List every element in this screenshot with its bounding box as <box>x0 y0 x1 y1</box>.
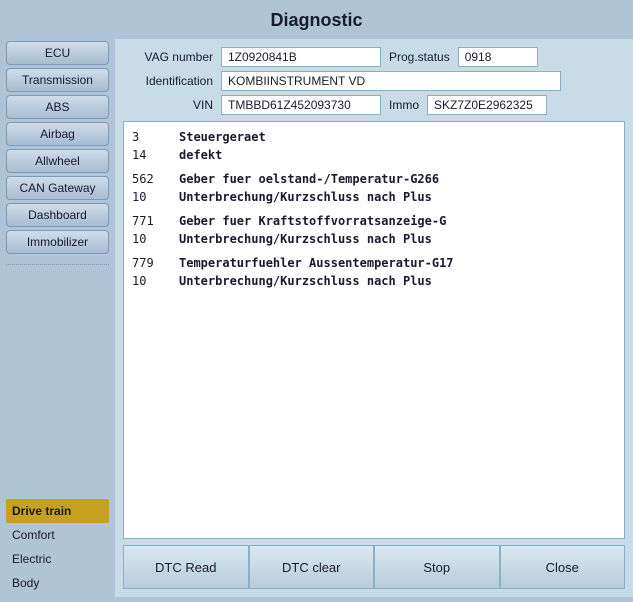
diag-code: 10 <box>132 230 167 248</box>
diag-entry: 14 defekt <box>132 146 616 164</box>
vag-value: 1Z0920841B <box>221 47 381 67</box>
dtc-clear-button[interactable]: DTC clear <box>249 545 375 589</box>
diag-code: 10 <box>132 272 167 290</box>
vin-row: VIN TMBBD61Z452093730 Immo SKZ7Z0E296232… <box>123 95 625 115</box>
diag-code: 779 <box>132 254 167 272</box>
vin-value: TMBBD61Z452093730 <box>221 95 381 115</box>
sidebar-nav-comfort[interactable]: Comfort <box>6 523 109 547</box>
ident-value: KOMBIINSTRUMENT VD <box>221 71 561 91</box>
diag-desc: Geber fuer Kraftstoffvorratsanzeige-G <box>179 212 446 230</box>
vin-label: VIN <box>123 98 213 112</box>
sidebar-divider <box>6 264 109 265</box>
diag-log: 3 Steuergeraet 14 defekt 562 Geber fuer oelst… <box>123 121 625 539</box>
content-area: VAG number 1Z0920841B Prog.status 0918 I… <box>115 39 633 597</box>
page-header: Diagnostic <box>0 0 633 39</box>
dtc-read-button[interactable]: DTC Read <box>123 545 249 589</box>
diag-code: 10 <box>132 188 167 206</box>
immo-label: Immo <box>389 98 419 112</box>
ident-row: Identification KOMBIINSTRUMENT VD <box>123 71 625 91</box>
page-title: Diagnostic <box>270 10 362 30</box>
sidebar-nav-body[interactable]: Body <box>6 571 109 595</box>
diag-entry: 3 Steuergeraet <box>132 128 616 146</box>
diag-entry: 10 Unterbrechung/Kurzschluss nach Plus <box>132 230 616 248</box>
sidebar-nav-items: Drive trainComfortElectricBody <box>6 499 109 595</box>
diag-desc: Unterbrechung/Kurzschluss nach Plus <box>179 230 432 248</box>
sidebar-btn-allwheel[interactable]: Allwheel <box>6 149 109 173</box>
sidebar-nav: Drive trainComfortElectricBody <box>6 499 109 595</box>
close-button[interactable]: Close <box>500 545 626 589</box>
diag-desc: Temperaturfuehler Aussentemperatur-G17 <box>179 254 454 272</box>
diag-desc: Geber fuer oelstand-/Temperatur-G266 <box>179 170 439 188</box>
prog-label: Prog.status <box>389 50 450 64</box>
diag-code: 14 <box>132 146 167 164</box>
sidebar-btn-immobilizer[interactable]: Immobilizer <box>6 230 109 254</box>
sidebar-btn-airbag[interactable]: Airbag <box>6 122 109 146</box>
sidebar-btn-abs[interactable]: ABS <box>6 95 109 119</box>
immo-value: SKZ7Z0E2962325 <box>427 95 547 115</box>
sidebar-btn-ecu[interactable]: ECU <box>6 41 109 65</box>
vag-label: VAG number <box>123 50 213 64</box>
sidebar-buttons: ECU Transmission ABS Airbag Allwheel CAN Gate… <box>6 41 109 257</box>
sidebar-btn-transmission[interactable]: Transmission <box>6 68 109 92</box>
diag-desc: defekt <box>179 146 222 164</box>
diag-entry: 779 Temperaturfuehler Aussentemperatur-G1… <box>132 254 616 272</box>
diag-code: 562 <box>132 170 167 188</box>
diag-entry: 10 Unterbrechung/Kurzschluss nach Plus <box>132 188 616 206</box>
diag-entry: 771 Geber fuer Kraftstoffvorratsanzeige-G <box>132 212 616 230</box>
diag-code: 3 <box>132 128 167 146</box>
main-layout: ECU Transmission ABS Airbag Allwheel CAN Gate… <box>0 39 633 597</box>
sidebar-nav-drive-train[interactable]: Drive train <box>6 499 109 523</box>
diag-entry: 562 Geber fuer oelstand-/Temperatur-G266 <box>132 170 616 188</box>
prog-value: 0918 <box>458 47 538 67</box>
info-section: VAG number 1Z0920841B Prog.status 0918 I… <box>123 47 625 115</box>
diag-desc: Steuergeraet <box>179 128 266 146</box>
diag-desc: Unterbrechung/Kurzschluss nach Plus <box>179 188 432 206</box>
ident-label: Identification <box>123 74 213 88</box>
diag-entry: 10 Unterbrechung/Kurzschluss nach Plus <box>132 272 616 290</box>
sidebar: ECU Transmission ABS Airbag Allwheel CAN Gate… <box>0 39 115 597</box>
bottom-bar: DTC Read DTC clear Stop Close <box>123 545 625 589</box>
stop-button[interactable]: Stop <box>374 545 500 589</box>
vag-row: VAG number 1Z0920841B Prog.status 0918 <box>123 47 625 67</box>
diag-code: 771 <box>132 212 167 230</box>
sidebar-nav-electric[interactable]: Electric <box>6 547 109 571</box>
sidebar-btn-can-gateway[interactable]: CAN Gateway <box>6 176 109 200</box>
sidebar-btn-dashboard[interactable]: Dashboard <box>6 203 109 227</box>
diag-desc: Unterbrechung/Kurzschluss nach Plus <box>179 272 432 290</box>
